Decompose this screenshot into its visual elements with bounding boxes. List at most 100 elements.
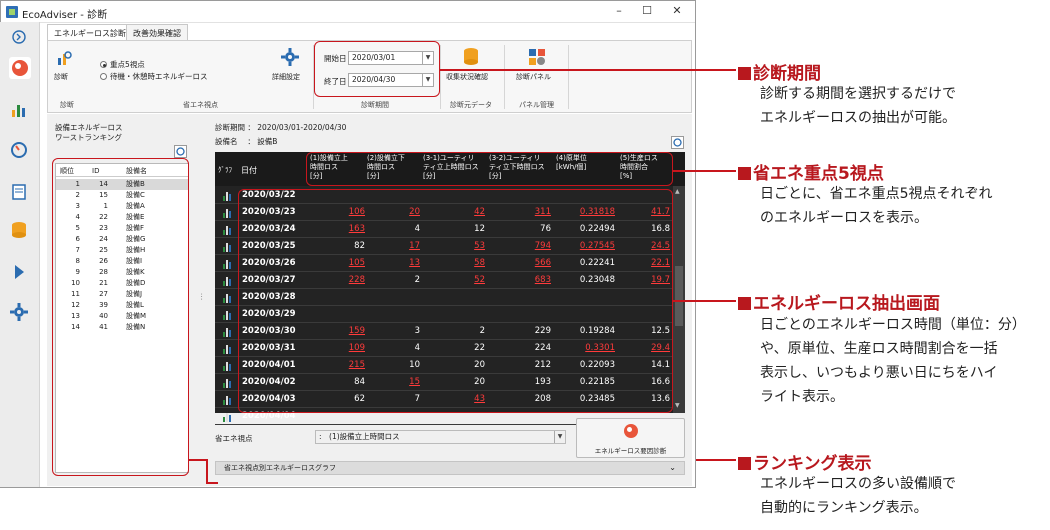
eco-viewpoint-value: : (1)設備立上時間ロス — [319, 432, 400, 441]
refresh-icon[interactable] — [671, 136, 684, 149]
callout-period-text: 診断する期間を選択するだけで エネルギーロスの抽出が可能。 — [760, 82, 956, 130]
callout-marker — [738, 167, 751, 180]
diagnose-icon — [624, 424, 638, 438]
diagnose-icon — [58, 51, 72, 65]
connector-line — [440, 69, 736, 71]
maximize-button[interactable]: ☐ — [633, 3, 661, 19]
bar-chart-icon[interactable] — [223, 412, 233, 422]
cause-diagnosis-button[interactable]: エネルギーロス要因診断 — [576, 418, 685, 458]
radio-five-points-label: 重点5視点 — [110, 60, 145, 69]
callout-line: 自動的にランキング表示。 — [760, 500, 928, 516]
diagnose-panel-button[interactable]: 診断パネル — [516, 72, 551, 82]
grid-header-graph: ｸﾞﾗﾌ — [218, 166, 232, 174]
callout-period-title: 診断期間 — [753, 64, 821, 84]
connector-line — [206, 459, 208, 483]
gear-icon — [281, 48, 299, 66]
detail-settings-button[interactable]: 詳細設定 — [272, 72, 300, 82]
connector-line — [673, 170, 736, 172]
bar-chart-icon[interactable] — [223, 259, 233, 269]
collect-status-button[interactable]: 収集状況確認 — [446, 72, 488, 82]
play-nav-icon[interactable] — [9, 262, 29, 282]
radio-unselected-icon — [100, 73, 107, 80]
callout-line: ライト表示。 — [760, 389, 844, 405]
highlight-period-box — [314, 41, 440, 97]
title-bar: EcoAdviser - 診断 – ☐ ✕ — [1, 1, 695, 23]
callout-line: 日ごとに、省エネ重点5視点それぞれ — [760, 186, 993, 202]
bar-chart-icon[interactable] — [223, 293, 233, 303]
chevron-down-icon[interactable]: ▼ — [554, 431, 565, 443]
refresh-icon[interactable] — [174, 145, 187, 158]
bar-chart-icon[interactable] — [223, 378, 233, 388]
diagnose-nav-icon[interactable] — [9, 57, 31, 79]
diagnosis-period-info: 診断期間 ： 2020/03/01-2020/04/30 — [215, 123, 347, 132]
callout-period-heading: 診断期間 — [738, 59, 821, 84]
ribbon-separator — [568, 45, 569, 109]
gauge-nav-icon[interactable] — [9, 140, 29, 160]
bar-chart-icon[interactable] — [223, 327, 233, 337]
callout-points-title: 省エネ重点5視点 — [753, 164, 884, 184]
ranking-title-line2: ワーストランキング — [55, 133, 122, 142]
group-eco-label: 省エネ視点 — [183, 101, 218, 109]
callout-line: や、原単位、生産ロス時間割合を一括 — [760, 341, 998, 357]
database-nav-icon[interactable] — [9, 220, 29, 240]
group-panel-label: パネル管理 — [519, 101, 554, 109]
ribbon-separator — [504, 45, 505, 109]
callout-line: エネルギーロスの抽出が可能。 — [760, 110, 956, 126]
scroll-up-icon[interactable]: ▲ — [675, 188, 680, 195]
diagnose-button[interactable]: 診断 — [54, 72, 68, 82]
group-diagnose-label: 診断 — [60, 101, 74, 109]
callout-marker — [738, 67, 751, 80]
minimize-button[interactable]: – — [605, 3, 633, 19]
radio-selected-icon — [100, 61, 107, 68]
callout-line: 表示し、いつもより悪い日にちをハイ — [760, 365, 998, 381]
graph-expander-bar[interactable]: 省エネ視点別エネルギーロスグラフ ⌄ — [215, 461, 685, 475]
group-source-label: 診断元データ — [450, 101, 492, 109]
bar-chart-icon[interactable] — [223, 276, 233, 286]
splitter-handle[interactable]: ⋮ — [198, 292, 206, 301]
callout-grid-heading: エネルギーロス抽出画面 — [738, 289, 940, 314]
connector-line — [673, 300, 736, 302]
callout-marker — [738, 297, 751, 310]
callout-points-text: 日ごとに、省エネ重点5視点それぞれ のエネルギーロスを表示。 — [760, 182, 993, 230]
eco-viewpoint-select[interactable]: : (1)設備立上時間ロス ▼ — [315, 430, 566, 444]
scroll-down-icon[interactable]: ▼ — [675, 402, 680, 409]
bar-chart-icon[interactable] — [223, 310, 233, 320]
highlight-grid-box — [238, 189, 673, 413]
tab-improvement[interactable]: 改善効果確認 — [126, 24, 188, 40]
bar-chart-icon[interactable] — [223, 361, 233, 371]
callout-ranking-text: エネルギーロスの多い設備順で 自動的にランキング表示。 — [760, 472, 956, 520]
window-title: EcoAdviser - 診断 — [22, 10, 108, 21]
callout-grid-title: エネルギーロス抽出画面 — [753, 294, 940, 314]
bar-chart-icon[interactable] — [223, 242, 233, 252]
group-period-label: 診断期間 — [361, 101, 389, 109]
radio-idle-loss[interactable]: 待機・休憩時エネルギーロス — [100, 71, 208, 82]
chart-nav-icon[interactable] — [9, 100, 29, 120]
side-navigation — [0, 22, 40, 487]
bar-chart-icon[interactable] — [223, 344, 233, 354]
close-button[interactable]: ✕ — [663, 3, 691, 19]
database-icon — [464, 48, 478, 65]
document-nav-icon[interactable] — [9, 182, 29, 202]
scrollbar-thumb[interactable] — [675, 266, 683, 326]
connector-line — [206, 482, 218, 484]
bar-chart-icon[interactable] — [223, 395, 233, 405]
callout-marker — [738, 457, 751, 470]
callout-line: エネルギーロスの多い設備順で — [760, 476, 956, 492]
back-arrow-icon[interactable] — [9, 27, 29, 47]
callout-line: 診断する期間を選択するだけで — [760, 86, 956, 102]
bar-chart-icon[interactable] — [223, 208, 233, 218]
tab-energy-loss[interactable]: エネルギーロス診断 — [47, 24, 133, 40]
app-logo-icon — [6, 6, 18, 18]
bar-chart-icon[interactable] — [223, 191, 233, 201]
callout-ranking-heading: ランキング表示 — [738, 449, 872, 474]
highlight-ranking-box — [52, 158, 189, 476]
callout-points-heading: 省エネ重点5視点 — [738, 159, 884, 184]
highlight-five-points-box — [306, 152, 673, 186]
settings-nav-icon[interactable] — [9, 302, 29, 322]
radio-five-points[interactable]: 重点5視点 — [100, 59, 145, 70]
bar-chart-icon[interactable] — [223, 225, 233, 235]
connector-line — [189, 459, 207, 461]
chevron-down-icon[interactable]: ⌄ — [669, 463, 676, 472]
grid-header-date: 日付 — [241, 166, 257, 175]
panel-icon — [529, 49, 545, 65]
